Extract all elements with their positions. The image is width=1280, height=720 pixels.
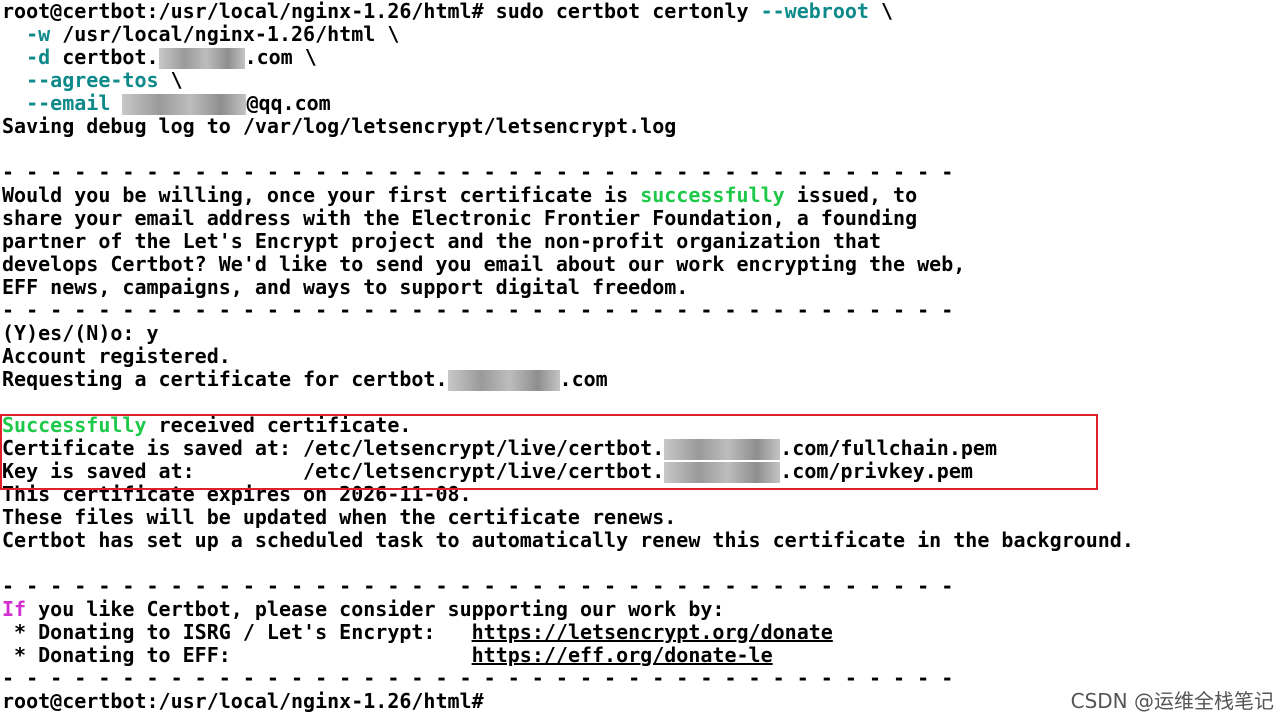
keyword-if: If (2, 597, 27, 621)
divider: - - - - - - - - - - - - - - - - - - - - … (2, 298, 954, 322)
scheduled-task-line: Certbot has set up a scheduled task to a… (2, 528, 1134, 552)
divider: - - - - - - - - - - - - - - - - - - - - … (2, 160, 954, 184)
success-word: successfully (640, 183, 785, 207)
yes-no-answer: (Y)es/(N)o: y (2, 321, 159, 345)
donate-eff-line: * Donating to EFF: https://eff.org/donat… (2, 644, 773, 667)
highlight-box (0, 414, 1098, 490)
divider: - - - - - - - - - - - - - - - - - - - - … (2, 574, 954, 598)
terminal-window[interactable]: root@certbot:/usr/local/nginx-1.26/html#… (0, 0, 1280, 720)
webroot-path: /usr/local/nginx-1.26/html \ (50, 22, 400, 46)
divider: - - - - - - - - - - - - - - - - - - - - … (2, 666, 954, 690)
command-line-4: --agree-tos \ (2, 69, 183, 92)
domain-prefix: certbot. (50, 45, 159, 69)
line-continuation: \ (158, 68, 183, 92)
renew-line: These files will be updated when the cer… (2, 505, 677, 529)
command-line-2: -w /usr/local/nginx-1.26/html \ (2, 23, 399, 46)
eff-question-line-1: Would you be willing, once your first ce… (2, 184, 917, 207)
support-text: you like Certbot, please consider suppor… (26, 597, 725, 621)
donate-eff-label: * Donating to EFF: (2, 643, 472, 667)
flag-w: -w (26, 22, 51, 46)
flag-webroot: --webroot (760, 0, 869, 23)
requesting-text: Requesting a certificate for certbot. (2, 367, 448, 391)
command-text: sudo certbot certonly (483, 0, 761, 23)
final-shell-prompt[interactable]: root@certbot:/usr/local/nginx-1.26/html# (2, 690, 484, 713)
support-line: If you like Certbot, please consider sup… (2, 598, 724, 621)
donate-isrg-link[interactable]: https://letsencrypt.org/donate (472, 620, 833, 644)
flag-email: --email (26, 91, 111, 115)
domain-suffix: .com \ (244, 45, 317, 69)
eff-text: Would you be willing, once your first ce… (2, 183, 641, 207)
eff-question-line-5: EFF news, campaigns, and ways to support… (2, 275, 689, 299)
email-domain: @qq.com (246, 91, 331, 115)
eff-question-line-3: partner of the Let's Encrypt project and… (2, 229, 881, 253)
donate-eff-link[interactable]: https://eff.org/donate-le (472, 643, 773, 667)
line-continuation: \ (868, 0, 894, 23)
account-registered: Account registered. (2, 344, 231, 368)
eff-text: issued, to (784, 183, 918, 207)
domain-suffix: .com (559, 367, 608, 391)
command-line-1: root@certbot:/usr/local/nginx-1.26/html#… (2, 0, 893, 23)
flag-d: -d (26, 45, 51, 69)
debug-log-line: Saving debug log to /var/log/letsencrypt… (2, 114, 677, 138)
flag-agree-tos: --agree-tos (26, 68, 159, 92)
eff-question-line-4: develops Certbot? We'd like to send you … (2, 252, 966, 276)
redacted-domain (447, 370, 560, 391)
requesting-certificate: Requesting a certificate for certbot. .co… (2, 368, 608, 391)
redacted-email (122, 94, 247, 115)
shell-prompt: root@certbot:/usr/local/nginx-1.26/html# (2, 0, 484, 23)
redacted-domain (158, 48, 245, 69)
command-line-5: --email @qq.com (2, 92, 331, 115)
eff-question-line-2: share your email address with the Electr… (2, 206, 918, 230)
donate-isrg-label: * Donating to ISRG / Let's Encrypt: (2, 620, 472, 644)
csdn-watermark: CSDN @运维全栈笔记 (1070, 689, 1274, 713)
command-line-3: -d certbot. .com \ (2, 46, 317, 69)
donate-isrg-line: * Donating to ISRG / Let's Encrypt: http… (2, 621, 833, 644)
